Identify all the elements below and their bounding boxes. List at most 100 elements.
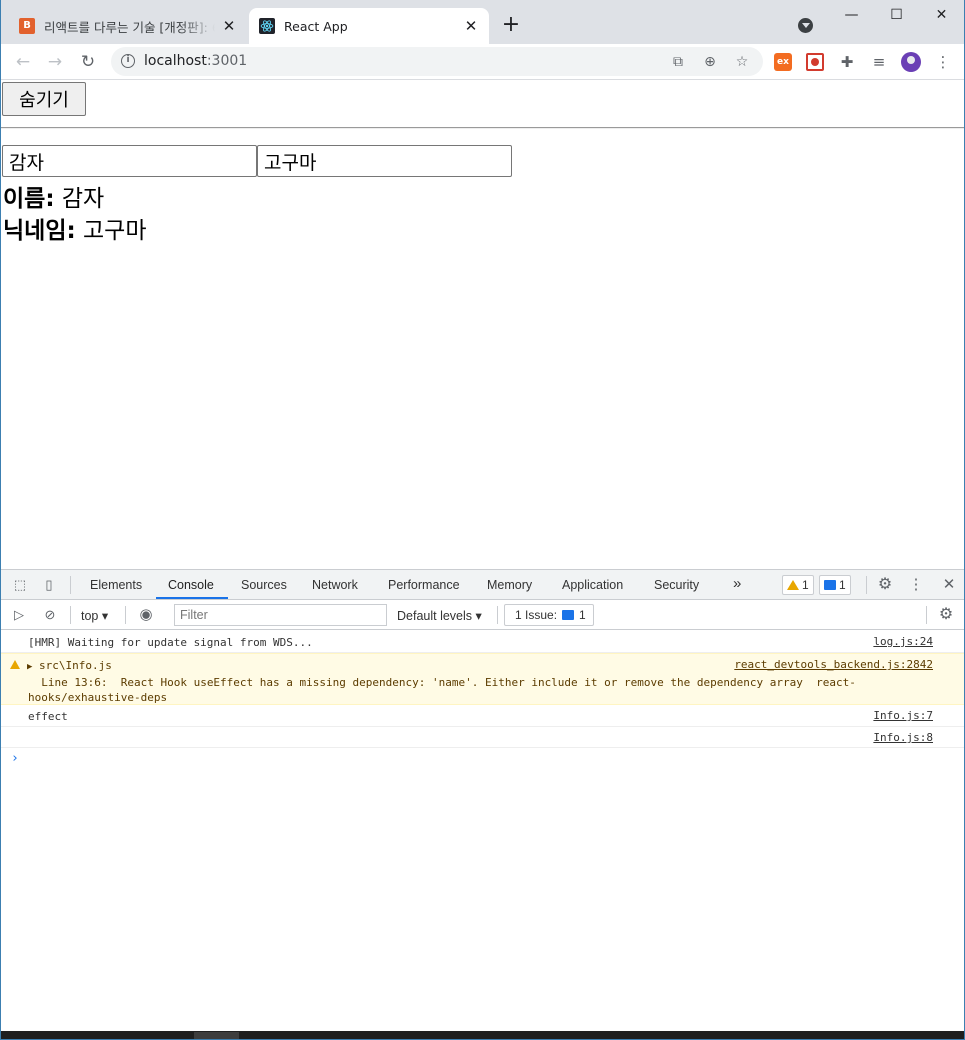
zoom-icon[interactable]: ⊕ [700, 52, 720, 72]
console-message: [HMR] Waiting for update signal from WDS… [1, 631, 964, 653]
log-source-link[interactable]: react_devtools_backend.js:2842 [734, 658, 933, 671]
book-favicon-icon: B [19, 18, 35, 34]
inspect-element-icon[interactable]: ⬚ [12, 577, 28, 593]
tab-memory[interactable]: Memory [487, 578, 532, 592]
name-display: 이름: 감자 [3, 179, 104, 213]
tab-book[interactable]: B 리액트를 다루는 기술 [개정판]: 6 ✕ [9, 8, 247, 44]
device-toolbar-icon[interactable]: ▯ [41, 577, 57, 593]
translate-icon[interactable]: ⧉ [668, 52, 688, 72]
hide-button[interactable]: 숨기기 [2, 82, 86, 116]
message-count: 1 [839, 578, 846, 592]
devtools-tab-bar: ⬚ ▯ Elements Console Sources Network Per… [1, 570, 964, 600]
tab-close-icon[interactable]: ✕ [463, 18, 479, 34]
console-filter-input[interactable]: Filter [174, 604, 387, 626]
name-label: 이름: [3, 186, 55, 212]
extension-picture-icon[interactable] [806, 53, 824, 71]
close-devtools-icon[interactable]: ✕ [941, 577, 957, 593]
os-taskbar [1, 1031, 964, 1039]
console-message: effect Info.js:7 [1, 705, 964, 727]
reload-icon[interactable]: ↻ [76, 50, 100, 74]
new-tab-button[interactable]: + [499, 14, 523, 38]
extensions-puzzle-icon[interactable]: ✚ [838, 53, 856, 71]
issues-button[interactable]: 1 Issue: 1 [504, 604, 594, 626]
divider [1, 127, 964, 129]
issue-icon [562, 610, 575, 620]
settings-gear-icon[interactable]: ⚙ [877, 577, 893, 593]
react-favicon-icon [259, 18, 275, 34]
tab-title: React App [284, 18, 348, 34]
devtools-panel: ⬚ ▯ Elements Console Sources Network Per… [1, 569, 964, 1031]
maximize-button[interactable]: ☐ [874, 4, 919, 26]
close-window-button[interactable]: ✕ [919, 4, 964, 26]
warning-icon [10, 660, 20, 669]
clear-console-icon[interactable]: ⊘ [42, 607, 58, 623]
log-text: effect [28, 710, 68, 723]
chevron-down-icon: ▾ [475, 609, 482, 623]
log-text: [HMR] Waiting for update signal from WDS… [28, 636, 313, 649]
active-tab-indicator [156, 597, 228, 599]
tab-search-icon[interactable] [798, 18, 813, 33]
log-text [1, 727, 964, 731]
chevron-down-icon: ▾ [101, 609, 109, 623]
url-host: localhost [144, 53, 207, 69]
tab-security[interactable]: Security [654, 578, 699, 592]
browser-menu-icon[interactable]: ⋮ [934, 53, 952, 71]
tab-close-icon[interactable]: ✕ [221, 18, 237, 34]
bookmark-star-icon[interactable]: ☆ [732, 52, 752, 72]
tab-console[interactable]: Console [168, 578, 214, 592]
profile-avatar[interactable] [901, 52, 921, 72]
separator [497, 606, 498, 624]
log-source-link[interactable]: Info.js:8 [873, 731, 933, 744]
console-prompt[interactable]: › [1, 748, 964, 772]
console-filter-bar: ▷ ⊘ top ▾ ◉ Filter Default levels ▾ 1 Is… [1, 600, 964, 630]
context-value: top [81, 609, 99, 623]
page-content: 숨기기 이름: 감자 닉네임: 고구마 [1, 81, 964, 569]
url-text[interactable]: localhost:3001 [144, 53, 247, 69]
log-source-link[interactable]: log.js:24 [873, 635, 933, 648]
address-bar[interactable]: i localhost:3001 ⧉ ⊕ ☆ [111, 47, 763, 76]
log-source-link[interactable]: Info.js:7 [873, 709, 933, 722]
tab-elements[interactable]: Elements [90, 578, 142, 592]
warning-count-badge[interactable]: 1 [782, 575, 814, 595]
name-value: 감자 [54, 186, 105, 212]
back-arrow-icon[interactable]: ← [11, 50, 35, 74]
console-settings-gear-icon[interactable]: ⚙ [938, 607, 954, 623]
nickname-input[interactable] [257, 145, 512, 177]
warning-file: src\Info.js [39, 659, 112, 672]
browser-window: B 리액트를 다루는 기술 [개정판]: 6 ✕ React App ✕ + — [0, 0, 965, 1040]
tab-react-app[interactable]: React App ✕ [249, 8, 489, 44]
message-count-badge[interactable]: 1 [819, 575, 851, 595]
separator [866, 576, 867, 594]
warning-icon [787, 580, 799, 590]
expand-arrow-icon[interactable]: ▶ [27, 662, 32, 672]
browser-toolbar: ← → ↻ i localhost:3001 ⧉ ⊕ ☆ ex ✚ ≡ ⋮ [1, 44, 964, 80]
eye-icon[interactable]: ◉ [138, 607, 154, 623]
context-selector[interactable]: top ▾ [81, 608, 108, 623]
tab-sources[interactable]: Sources [241, 578, 287, 592]
console-message: Info.js:8 [1, 727, 964, 748]
sidebar-toggle-icon[interactable]: ▷ [11, 607, 27, 623]
url-port: :3001 [206, 53, 248, 69]
nickname-label: 닉네임: [3, 218, 76, 244]
console-warning: ▶ src\Info.js Line 13:6: React Hook useE… [1, 653, 964, 705]
media-control-icon[interactable]: ≡ [870, 53, 888, 71]
levels-label: Default levels [397, 609, 473, 623]
devtools-menu-icon[interactable]: ⋮ [908, 577, 924, 593]
nickname-display: 닉네임: 고구마 [3, 211, 146, 245]
site-info-icon[interactable]: i [121, 54, 135, 68]
extension-ex-icon[interactable]: ex [774, 53, 792, 71]
tab-title: 리액트를 다루는 기술 [개정판]: 6 [44, 19, 215, 35]
forward-arrow-icon[interactable]: → [43, 50, 67, 74]
console-log-list: [HMR] Waiting for update signal from WDS… [1, 631, 964, 772]
prompt-caret-icon: › [11, 751, 19, 766]
taskbar-item[interactable] [194, 1032, 239, 1039]
minimize-button[interactable]: — [829, 4, 874, 26]
tab-network[interactable]: Network [312, 578, 358, 592]
more-tabs-icon[interactable]: » [733, 575, 741, 592]
warning-text: Line 13:6: React Hook useEffect has a mi… [28, 676, 856, 704]
tab-performance[interactable]: Performance [388, 578, 460, 592]
name-input[interactable] [2, 145, 257, 177]
tab-application[interactable]: Application [562, 578, 623, 592]
separator [70, 576, 71, 594]
log-levels-dropdown[interactable]: Default levels ▾ [397, 608, 482, 623]
